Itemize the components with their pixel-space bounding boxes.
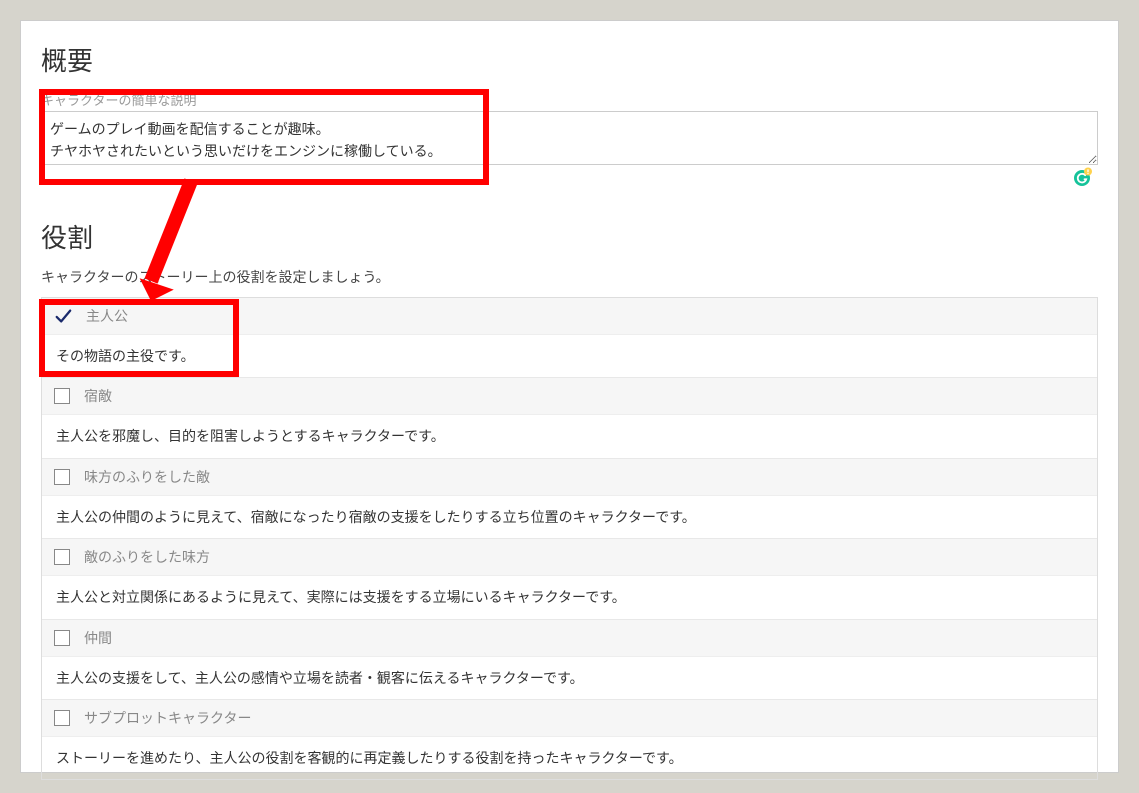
role-name: 仲間 bbox=[84, 628, 112, 648]
role-item: 敵のふりをした味方主人公と対立関係にあるように見えて、実際には支援をする立場にい… bbox=[42, 539, 1097, 619]
role-header[interactable]: 仲間 bbox=[42, 620, 1097, 657]
overview-title: 概要 bbox=[41, 41, 1098, 78]
role-name: 宿敵 bbox=[84, 386, 112, 406]
check-icon[interactable] bbox=[54, 307, 72, 325]
role-desc: その物語の主役です。 bbox=[42, 335, 1097, 377]
character-panel: 概要 キャラクターの簡単な説明 役割 キャラクターのストーリー上の役割を設定しま… bbox=[20, 20, 1119, 773]
checkbox-unchecked-icon[interactable] bbox=[54, 630, 70, 646]
checkbox-unchecked-icon[interactable] bbox=[54, 710, 70, 726]
roles-title: 役割 bbox=[41, 218, 1098, 255]
grammarly-icon bbox=[1072, 167, 1092, 187]
role-desc: 主人公を邪魔し、目的を阻害しようとするキャラクターです。 bbox=[42, 415, 1097, 457]
overview-textarea[interactable] bbox=[41, 111, 1098, 165]
role-desc: 主人公の仲間のように見えて、宿敵になったり宿敵の支援をしたりする立ち位置のキャラ… bbox=[42, 496, 1097, 538]
overview-textarea-wrap bbox=[41, 111, 1098, 168]
role-header[interactable]: サブプロットキャラクター bbox=[42, 700, 1097, 737]
role-desc: ストーリーを進めたり、主人公の役割を客観的に再定義したりする役割を持ったキャラク… bbox=[42, 737, 1097, 779]
checkbox-unchecked-icon[interactable] bbox=[54, 388, 70, 404]
role-name: 味方のふりをした敵 bbox=[84, 467, 210, 487]
role-list: 主人公その物語の主役です。宿敵主人公を邪魔し、目的を阻害しようとするキャラクター… bbox=[41, 297, 1098, 780]
role-header[interactable]: 宿敵 bbox=[42, 378, 1097, 415]
role-item: 仲間主人公の支援をして、主人公の感情や立場を読者・観客に伝えるキャラクターです。 bbox=[42, 620, 1097, 700]
roles-description: キャラクターのストーリー上の役割を設定しましょう。 bbox=[41, 267, 1098, 287]
role-name: 敵のふりをした味方 bbox=[84, 547, 210, 567]
role-item: 主人公その物語の主役です。 bbox=[42, 298, 1097, 378]
role-name: サブプロットキャラクター bbox=[84, 708, 251, 728]
role-item: 味方のふりをした敵主人公の仲間のように見えて、宿敵になったり宿敵の支援をしたりす… bbox=[42, 459, 1097, 539]
role-header[interactable]: 敵のふりをした味方 bbox=[42, 539, 1097, 576]
role-header[interactable]: 味方のふりをした敵 bbox=[42, 459, 1097, 496]
overview-field-label: キャラクターの簡単な説明 bbox=[41, 90, 1098, 109]
role-desc: 主人公と対立関係にあるように見えて、実際には支援をする立場にいるキャラクターです… bbox=[42, 576, 1097, 618]
checkbox-unchecked-icon[interactable] bbox=[54, 469, 70, 485]
checkbox-unchecked-icon[interactable] bbox=[54, 549, 70, 565]
role-item: 宿敵主人公を邪魔し、目的を阻害しようとするキャラクターです。 bbox=[42, 378, 1097, 458]
role-item: サブプロットキャラクターストーリーを進めたり、主人公の役割を客観的に再定義したり… bbox=[42, 700, 1097, 779]
role-desc: 主人公の支援をして、主人公の感情や立場を読者・観客に伝えるキャラクターです。 bbox=[42, 657, 1097, 699]
role-header[interactable]: 主人公 bbox=[42, 298, 1097, 335]
role-name: 主人公 bbox=[86, 306, 128, 326]
